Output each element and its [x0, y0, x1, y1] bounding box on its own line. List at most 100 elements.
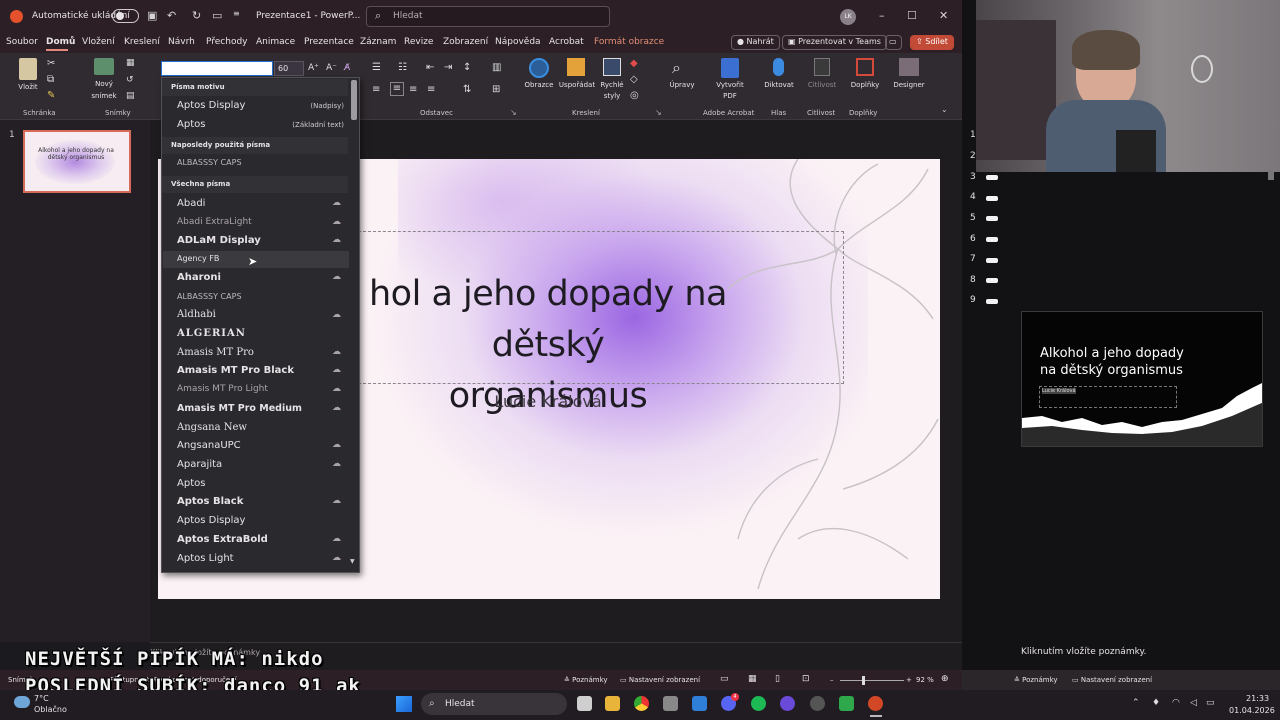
spotify-icon[interactable] [751, 696, 766, 711]
new-slide-icon[interactable] [94, 58, 114, 75]
presenter-slide-thumb[interactable] [986, 278, 998, 283]
shape-effects-icon[interactable]: ◎ [630, 90, 639, 101]
clock-date[interactable]: 01.04.2026 [1229, 706, 1275, 715]
tab-view[interactable]: Zobrazení [443, 37, 488, 47]
font-option[interactable]: Aptos Display [177, 515, 245, 526]
numbering-icon[interactable]: ☷ [398, 62, 407, 73]
section-icon[interactable]: ▤ [126, 91, 135, 101]
font-option[interactable]: Abadi ExtraLight [177, 217, 252, 227]
create-pdf-icon[interactable] [721, 58, 739, 78]
presenter-notes-toggle[interactable]: ≙ Poznámky [1014, 676, 1058, 684]
format-painter-icon[interactable]: ✎ [47, 90, 55, 101]
present-teams-button[interactable]: ▣ Prezentovat v Teams [782, 35, 887, 50]
decrease-indent-icon[interactable]: ⇤ [426, 62, 434, 73]
shapes-icon[interactable] [529, 58, 549, 78]
presenter-scrollbar[interactable] [1268, 170, 1274, 180]
sensitivity-icon[interactable] [814, 58, 830, 76]
font-option[interactable]: Amasis MT Pro Black [177, 365, 294, 376]
shrink-font-icon[interactable]: A⁻ [326, 63, 337, 73]
align-center-icon[interactable]: ≡ [390, 82, 404, 96]
reset-icon[interactable]: ↺ [126, 75, 134, 85]
grow-font-icon[interactable]: A⁺ [308, 63, 319, 73]
photos-icon[interactable] [692, 696, 707, 711]
zoom-slider[interactable] [840, 680, 904, 681]
slideshow-view-icon[interactable]: ⊡ [802, 674, 810, 684]
tab-help[interactable]: Nápověda [495, 37, 541, 47]
line-spacing-icon[interactable]: ↕ [463, 62, 471, 73]
font-option[interactable]: Aptos Display [177, 100, 245, 111]
app-icon-2[interactable] [810, 696, 825, 711]
zoom-level[interactable]: 92 % [916, 676, 934, 684]
arrange-icon[interactable] [567, 58, 585, 76]
font-option[interactable]: Aptos Black [177, 496, 243, 507]
maximize-icon[interactable]: ☐ [907, 9, 917, 22]
paragraph-dialog-icon[interactable]: ↘ [510, 108, 517, 117]
presenter-slide-thumb[interactable] [986, 196, 998, 201]
font-option[interactable]: ADLaM Display [177, 235, 261, 246]
font-option[interactable]: Amasis MT Pro Medium [177, 403, 302, 414]
tray-chevron-icon[interactable]: ⌃ [1132, 698, 1140, 708]
file-explorer-icon[interactable] [605, 696, 620, 711]
wifi-icon[interactable]: ◠ [1172, 698, 1180, 708]
layout-icon[interactable]: ▦ [126, 58, 135, 68]
tab-shape-format[interactable]: Formát obrazce [594, 37, 664, 47]
quick-styles-icon[interactable] [603, 58, 621, 76]
tab-review[interactable]: Revize [404, 37, 433, 47]
ribbon-collapse-icon[interactable]: ⌄ [941, 105, 948, 114]
font-name-input[interactable] [161, 61, 273, 76]
font-option[interactable]: Amasis MT Pro Light [177, 384, 268, 394]
start-icon[interactable] [396, 696, 412, 712]
justify-icon[interactable]: ≡ [427, 84, 435, 95]
notes-toggle-button[interactable]: ≙ Poznámky [564, 676, 608, 684]
font-option[interactable]: ALBASSSY CAPS [177, 158, 242, 167]
reading-view-icon[interactable]: ▯ [775, 674, 780, 684]
tab-acrobat[interactable]: Acrobat [549, 37, 584, 47]
zoom-out-icon[interactable]: – [830, 676, 834, 684]
close-icon[interactable]: ✕ [939, 9, 948, 22]
tab-animations[interactable]: Animace [256, 37, 295, 47]
font-size-input[interactable]: 60 [274, 61, 304, 76]
copy-icon[interactable]: ⧉ [47, 74, 54, 85]
tab-insert[interactable]: Vložení [82, 37, 115, 47]
font-option[interactable]: Agency FB [177, 254, 219, 263]
tab-record[interactable]: Záznam [360, 37, 396, 47]
font-option[interactable]: ALBASSSY CAPS [177, 292, 242, 301]
bullets-icon[interactable]: ☰ [372, 62, 381, 73]
font-option[interactable]: Aptos ExtraBold [177, 534, 268, 545]
comments-icon[interactable]: ▭ [885, 35, 902, 50]
presenter-slide-thumb[interactable] [986, 175, 998, 180]
presenter-slide-thumb[interactable] [986, 216, 998, 221]
font-option[interactable]: ALGERIAN [177, 328, 246, 339]
shape-outline-icon[interactable]: ◇ [630, 74, 638, 85]
weather-temperature[interactable]: 7°C [34, 694, 49, 703]
normal-view-icon[interactable]: ▭ [720, 674, 729, 684]
cut-icon[interactable]: ✂ [47, 58, 55, 69]
presenter-slide-thumb[interactable] [986, 299, 998, 304]
clear-format-icon[interactable]: A̸ [344, 63, 350, 73]
record-button[interactable]: ● Nahrát [731, 35, 780, 50]
font-option[interactable]: Aptos [177, 119, 205, 130]
editing-icon[interactable]: ⌕ [672, 58, 681, 78]
save-icon[interactable]: ▣ [147, 9, 157, 22]
font-option[interactable]: Aptos Light [177, 553, 234, 564]
smartart-icon[interactable]: ⊞ [492, 84, 500, 95]
align-left-icon[interactable]: ≡ [372, 84, 380, 95]
weather-description[interactable]: Oblačno [34, 705, 67, 714]
font-option[interactable]: Aptos [177, 478, 205, 489]
zoom-slider-thumb[interactable] [862, 676, 865, 685]
dropdown-scrollbar[interactable] [351, 80, 357, 120]
volume-icon[interactable]: ◁ [1190, 698, 1197, 708]
shape-fill-icon[interactable]: ◆ [630, 58, 638, 69]
tab-home[interactable]: Domů [46, 37, 75, 47]
tab-file[interactable]: Soubor [6, 37, 38, 47]
weather-cloud-icon[interactable] [14, 696, 30, 708]
presenter-notes[interactable]: Kliknutím vložíte poznámky. [1021, 647, 1146, 657]
app-icon[interactable] [780, 696, 795, 711]
presenter-slide-thumb[interactable] [986, 237, 998, 242]
fit-slide-icon[interactable]: ⊕ [941, 674, 949, 684]
battery-icon[interactable]: ▭ [1206, 698, 1215, 708]
tab-draw[interactable]: Kreslení [124, 37, 160, 47]
columns-icon[interactable]: ▥ [492, 62, 501, 73]
font-option[interactable]: Abadi [177, 198, 205, 209]
taskbar-search[interactable] [421, 693, 567, 715]
